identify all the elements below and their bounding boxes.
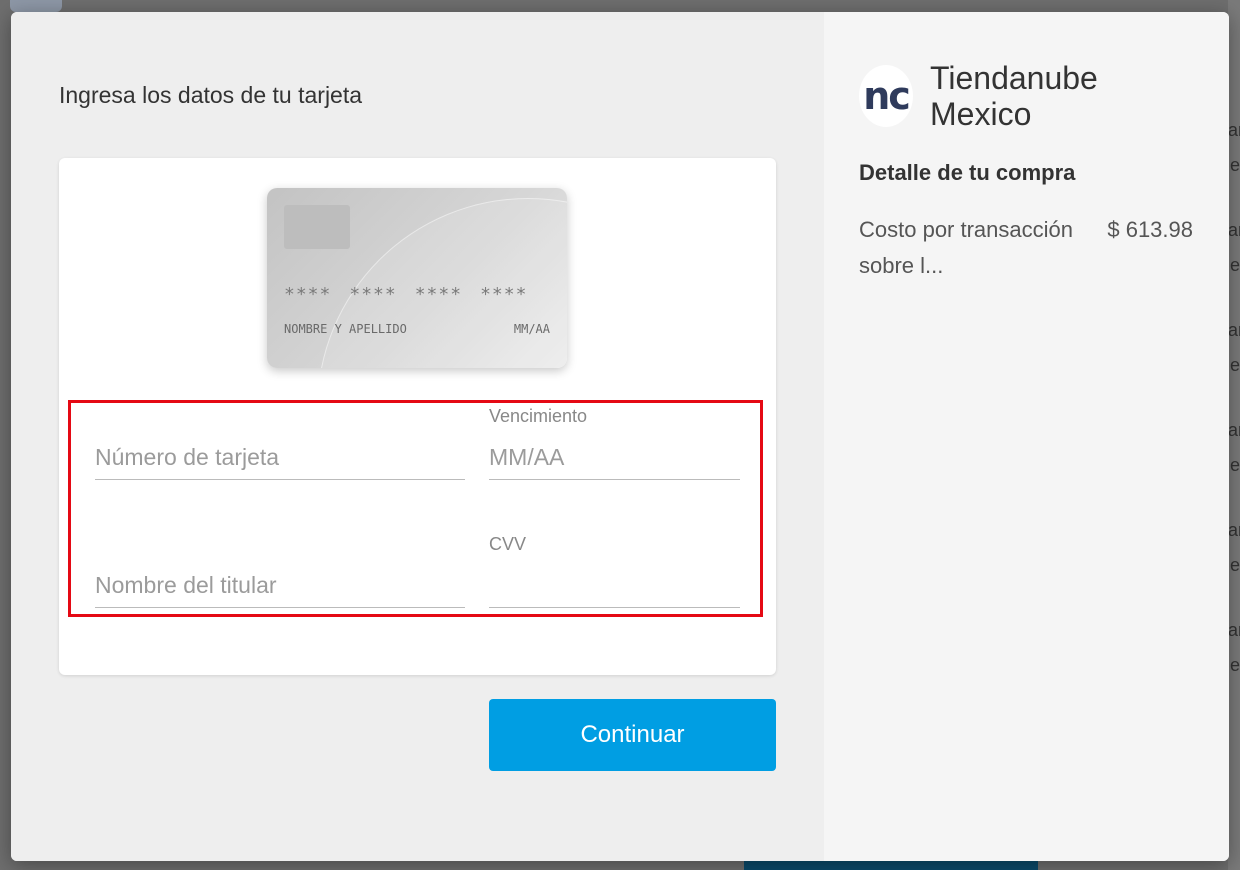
card-preview-holder: NOMBRE Y APELLIDO [284, 322, 407, 336]
summary-title: Detalle de tu compra [859, 160, 1076, 185]
card-chip [284, 205, 350, 249]
cvv-input[interactable] [489, 572, 740, 608]
background-avatar [10, 0, 62, 12]
background-button [744, 860, 1038, 870]
form-title: Ingresa los datos de tu tarjeta [59, 82, 363, 108]
card-preview-expiry: MM/AA [513, 322, 550, 336]
background-text: e [1229, 555, 1240, 575]
card-number-group: **** [284, 284, 332, 305]
continue-button[interactable]: Continuar [489, 699, 776, 771]
summary-item-label: Costo por transacción sobre l... [859, 217, 1073, 278]
order-summary-pane: nc Tiendanube Mexico Detalle de tu compr… [824, 12, 1229, 861]
card-preview: **** **** **** **** NOMBRE Y APELLIDO MM/AA [267, 188, 567, 368]
merchant-logo-text: nc [863, 74, 911, 118]
background-text: ar [1228, 620, 1240, 640]
expiry-label: Vencimiento [489, 406, 588, 426]
card-number-field [95, 444, 465, 480]
cvv-field: CVV [489, 534, 740, 608]
payment-modal: Ingresa los datos de tu tarjeta **** ****… [11, 12, 1229, 861]
holder-name-field [95, 572, 465, 608]
background-text: ar [1228, 420, 1240, 440]
cvv-label: CVV [489, 534, 527, 554]
merchant-logo: nc [859, 65, 913, 127]
card-form-pane: Ingresa los datos de tu tarjeta **** ****… [11, 12, 824, 861]
expiry-field: Vencimiento [489, 406, 740, 480]
card-number-group: **** [414, 284, 463, 305]
merchant-name-line2: Mexico [930, 96, 1032, 132]
card-decoration [317, 198, 567, 368]
background-text: ar [1228, 120, 1240, 140]
background-text: e [1229, 155, 1240, 175]
expiry-input[interactable] [489, 444, 740, 480]
background-text: ar [1228, 220, 1240, 240]
summary-item-amount: $ 613.98 [1107, 217, 1193, 242]
holder-name-input[interactable] [95, 572, 465, 608]
card-preview-number: **** **** **** **** [284, 284, 527, 305]
merchant-name-line1: Tiendanube [930, 60, 1098, 96]
card-number-group: **** [480, 284, 528, 305]
background-text: e [1229, 255, 1240, 275]
background-text: e [1229, 355, 1240, 375]
background-text: ar [1228, 320, 1240, 340]
background-text: ar [1228, 520, 1240, 540]
merchant-name: Tiendanube Mexico [930, 60, 1210, 132]
card-number-input[interactable] [95, 444, 465, 480]
background-text: e [1229, 655, 1240, 675]
background-text: e [1229, 455, 1240, 475]
card-number-group: **** [349, 284, 397, 305]
